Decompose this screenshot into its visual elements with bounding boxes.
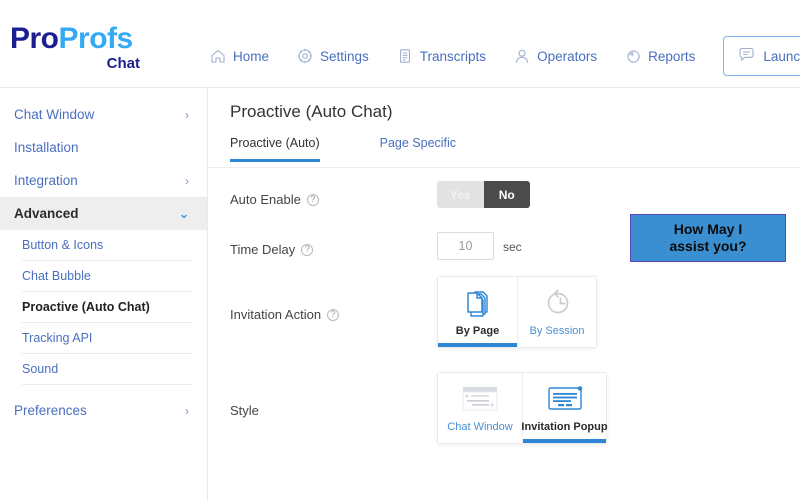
option-by-session-label: By Session	[529, 325, 585, 337]
logo-wordmark: ProProfs	[10, 24, 200, 54]
sidebar-item-installation-label: Installation	[14, 140, 79, 155]
nav-item-reports-label: Reports	[648, 48, 696, 64]
nav-item-operators-label: Operators	[537, 48, 598, 64]
pages-stack-icon	[462, 286, 494, 320]
invitation-popup-icon	[544, 382, 586, 416]
help-icon[interactable]: ?	[327, 308, 340, 321]
sidebar-item-tracking-api[interactable]: Tracking API	[22, 323, 193, 354]
style-label: Style	[230, 403, 259, 418]
settings-sidebar: Chat Window › Installation Integration ›…	[0, 88, 208, 500]
time-delay-unit-label: sec	[503, 240, 522, 254]
gear-icon	[297, 48, 313, 64]
sidebar-item-integration[interactable]: Integration ›	[0, 164, 207, 197]
logo-profs-text: Profs	[58, 22, 134, 55]
page-title: Proactive (Auto Chat)	[230, 102, 393, 121]
sidebar-item-chat-window-label: Chat Window	[14, 107, 95, 122]
sidebar-item-button-icons-label: Button & Icons	[22, 238, 104, 252]
nav-item-settings-label: Settings	[320, 48, 369, 64]
sidebar-item-chat-window[interactable]: Chat Window ›	[0, 98, 207, 131]
auto-enable-toggle[interactable]: Yes No	[437, 181, 530, 208]
sidebar-item-sound-label: Sound	[22, 362, 59, 376]
nav-item-reports[interactable]: Reports	[625, 48, 695, 64]
document-icon	[397, 48, 413, 64]
tabs-divider	[208, 167, 800, 168]
top-header: ProProfs Chat Home Settings Transcripts …	[0, 0, 800, 88]
sidebar-advanced-sublist: Button & Icons Chat Bubble Proactive (Au…	[0, 230, 207, 385]
clock-history-icon	[541, 286, 573, 320]
sidebar-item-advanced[interactable]: Advanced ⌄	[0, 197, 207, 230]
chevron-right-icon: ›	[185, 403, 189, 418]
chevron-right-icon: ›	[185, 107, 189, 122]
sidebar-item-button-icons[interactable]: Button & Icons	[22, 230, 193, 261]
field-invitation-action: Invitation Action ? By Page By Session	[208, 276, 800, 356]
chevron-down-icon: ⌄	[178, 206, 189, 221]
pie-chart-icon	[625, 48, 641, 64]
invitation-action-options: By Page By Session	[437, 276, 597, 348]
option-chat-window-label: Chat Window	[447, 421, 513, 433]
time-delay-label: Time Delay	[230, 242, 296, 257]
sidebar-item-preferences-label: Preferences	[14, 403, 87, 418]
toggle-option-yes[interactable]: Yes	[437, 181, 484, 208]
sidebar-item-integration-label: Integration	[14, 173, 78, 188]
tab-proactive-auto[interactable]: Proactive (Auto)	[230, 136, 320, 162]
option-by-page[interactable]: By Page	[438, 277, 517, 347]
sidebar-item-sound[interactable]: Sound	[22, 354, 193, 385]
help-icon[interactable]: ?	[306, 193, 319, 206]
chat-window-icon	[459, 382, 501, 416]
popup-line-1: How May I	[673, 220, 743, 237]
nav-item-operators[interactable]: Operators	[514, 48, 597, 64]
main-navigation: Home Settings Transcripts Operators Repo…	[210, 36, 800, 76]
option-by-page-label: By Page	[455, 325, 500, 337]
sidebar-item-proactive-label: Proactive (Auto Chat)	[22, 300, 150, 314]
option-invitation-popup-label: Invitation Popup	[521, 421, 608, 433]
chat-bubble-icon	[738, 46, 755, 66]
sidebar-item-advanced-label: Advanced	[14, 206, 79, 221]
app-root: ProProfs Chat Home Settings Transcripts …	[0, 0, 800, 500]
sidebar-item-chat-bubble-label: Chat Bubble	[22, 269, 91, 283]
proprofs-chat-logo[interactable]: ProProfs Chat	[10, 24, 200, 73]
logo-chat-text: Chat	[106, 55, 140, 72]
launch-chat-button[interactable]: Launch Chat	[723, 36, 800, 76]
nav-item-settings[interactable]: Settings	[297, 48, 369, 64]
content-tabs: Proactive (Auto) Page Specific	[230, 136, 456, 162]
popup-line-2: assist you?	[669, 238, 747, 254]
auto-enable-label-group: Auto Enable ?	[230, 192, 319, 207]
style-label-group: Style	[230, 403, 259, 418]
style-options: Chat Window Invitation Popup	[437, 372, 608, 444]
logo-pro-text: Pro	[10, 22, 59, 55]
user-icon	[514, 48, 530, 64]
field-style: Style Chat Window Invitation Popup	[208, 372, 800, 452]
help-icon[interactable]: ?	[301, 243, 314, 256]
nav-item-transcripts[interactable]: Transcripts	[397, 48, 486, 64]
nav-item-transcripts-label: Transcripts	[419, 48, 487, 64]
home-icon	[210, 48, 226, 64]
option-invitation-popup[interactable]: Invitation Popup	[521, 373, 608, 443]
tab-proactive-auto-label: Proactive (Auto)	[230, 136, 320, 150]
main-content: Proactive (Auto Chat) Proactive (Auto) P…	[208, 88, 800, 500]
option-by-session[interactable]: By Session	[517, 277, 596, 347]
tab-page-specific-label: Page Specific	[379, 136, 457, 150]
sidebar-item-tracking-api-label: Tracking API	[22, 331, 93, 345]
sidebar-item-proactive-auto-chat[interactable]: Proactive (Auto Chat)	[22, 292, 193, 323]
sidebar-item-preferences[interactable]: Preferences ›	[0, 394, 207, 427]
nav-item-home[interactable]: Home	[210, 48, 269, 64]
sidebar-item-installation[interactable]: Installation	[0, 131, 207, 164]
toggle-option-no[interactable]: No	[483, 181, 530, 208]
time-delay-input[interactable]	[437, 232, 494, 260]
invitation-action-label-group: Invitation Action ?	[230, 307, 340, 322]
invitation-popup-preview[interactable]: How May I assist you?	[630, 214, 786, 262]
chevron-right-icon: ›	[185, 173, 189, 188]
nav-item-home-label: Home	[233, 48, 270, 64]
option-chat-window[interactable]: Chat Window	[438, 373, 522, 443]
launch-chat-label: Launch Chat	[763, 48, 800, 64]
tab-page-specific[interactable]: Page Specific	[380, 136, 456, 162]
invitation-action-label: Invitation Action	[230, 307, 322, 322]
auto-enable-label: Auto Enable	[230, 192, 301, 207]
time-delay-label-group: Time Delay ?	[230, 242, 314, 257]
sidebar-item-chat-bubble[interactable]: Chat Bubble	[22, 261, 193, 292]
